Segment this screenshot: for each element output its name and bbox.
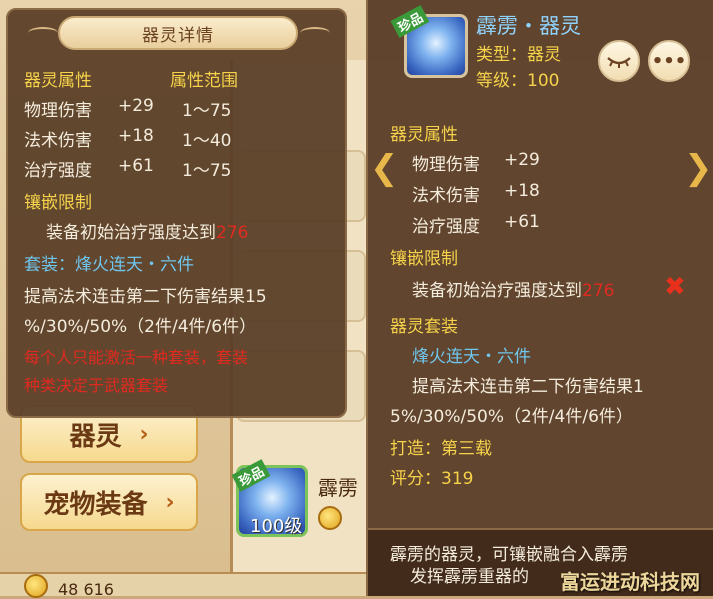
forge-info: 打造：第三载 <box>390 439 492 459</box>
attr-range: 1～75 <box>182 101 232 121</box>
score: 评分：319 <box>390 469 474 489</box>
next-arrow-icon[interactable]: ❯ <box>684 148 713 188</box>
attr-range: 1～75 <box>182 161 232 181</box>
set-desc-line2: %/30%/50%（2件/4件/6件） <box>24 317 257 337</box>
item-type: 类型：器灵 <box>476 45 561 65</box>
attr-range: 1～40 <box>182 131 232 151</box>
set-desc-line2: 5%/30%/50%（2件/4件/6件） <box>390 407 633 427</box>
popup-title-banner: 器灵详情 <box>58 16 298 50</box>
attr-name: 物理伤害 <box>412 155 480 175</box>
preview-button[interactable] <box>598 40 640 82</box>
item-level: 等级：100 <box>476 71 560 91</box>
title-flourish-right <box>300 27 330 39</box>
site-watermark: 富运进动科技网 <box>560 570 700 594</box>
warning-line1: 每个人只能激活一种套装，套装 <box>24 348 249 367</box>
set-desc-line1: 提高法术连击第二下伤害结果1 <box>412 377 644 397</box>
gold-amount: 48 616 <box>58 580 114 599</box>
list-item-level: 100级 <box>250 516 303 537</box>
gold-coin-icon <box>24 574 48 598</box>
chevron-right-icon: › <box>139 421 149 447</box>
pet-equipment-tab-button[interactable]: 宠物装备 › <box>20 473 198 531</box>
attr-value: +18 <box>118 126 154 146</box>
attr-name: 法术伤害 <box>412 186 480 206</box>
item-name: 霹雳・器灵 <box>476 14 581 38</box>
set-name: 烽火连天・六件 <box>412 347 531 367</box>
chevron-right-icon: › <box>165 489 175 515</box>
range-header: 属性范围 <box>170 71 238 91</box>
attr-name: 治疗强度 <box>24 161 92 181</box>
attr-value: +61 <box>118 156 154 176</box>
inlay-header: 镶嵌限制 <box>390 249 458 269</box>
attr-header: 器灵属性 <box>24 71 92 91</box>
inlay-requirement-text: 装备初始治疗强度达到 <box>46 223 216 243</box>
attr-name: 物理伤害 <box>24 101 92 121</box>
set-label: 套装：烽火连天・六件 <box>24 255 194 275</box>
eye-icon <box>607 57 631 68</box>
desc-line2: 发挥霹雳重器的 <box>410 567 529 587</box>
warning-line2: 种类决定于武器套装 <box>24 376 169 395</box>
inlay-requirement-value: 276 <box>216 223 249 243</box>
more-options-button[interactable]: ••• <box>648 40 690 82</box>
qiling-tab-label: 器灵 <box>69 421 122 452</box>
inlay-requirement-text: 装备初始治疗强度达到 <box>412 281 582 301</box>
set-desc-line1: 提高法术连击第二下伤害结果15 <box>24 287 267 307</box>
title-flourish-left <box>28 27 58 39</box>
attr-name: 法术伤害 <box>24 131 92 151</box>
gold-coin-icon <box>318 506 342 530</box>
prev-arrow-icon[interactable]: ❮ <box>370 148 399 188</box>
attr-header: 器灵属性 <box>390 125 458 145</box>
list-item-name: 霹雳 <box>318 476 358 500</box>
unmet-x-icon: ✖ <box>664 272 686 302</box>
attr-value: +18 <box>504 181 540 201</box>
inlay-requirement: 装备初始治疗强度达到276 <box>412 276 614 301</box>
attr-name: 治疗强度 <box>412 217 480 237</box>
more-icon: ••• <box>651 50 687 72</box>
pet-equipment-tab-label: 宠物装备 <box>43 489 148 520</box>
attr-value: +29 <box>504 150 540 170</box>
inlay-header: 镶嵌限制 <box>24 193 92 213</box>
set-header: 器灵套装 <box>390 317 458 337</box>
attr-value: +61 <box>504 212 540 232</box>
attr-value: +29 <box>118 96 154 116</box>
inlay-requirement-value: 276 <box>582 281 615 301</box>
popup-title: 器灵详情 <box>142 25 214 46</box>
inlay-requirement: 装备初始治疗强度达到276 <box>46 218 248 243</box>
